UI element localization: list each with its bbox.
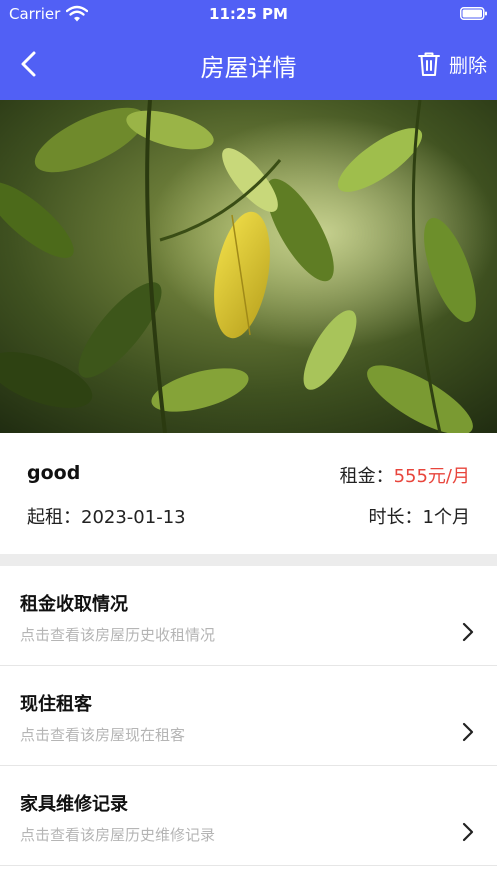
menu-item-subtitle: 点击查看该房屋历史收租情况 bbox=[20, 626, 216, 644]
battery-icon bbox=[460, 7, 487, 20]
chevron-right-icon bbox=[462, 622, 474, 642]
duration-value: 1个月 bbox=[422, 507, 470, 528]
status-time: 11:25 PM bbox=[209, 5, 288, 23]
menu-item-current-tenant[interactable]: 现住租客 点击查看该房屋现在租客 bbox=[0, 666, 497, 766]
status-bar: Carrier 11:25 PM bbox=[0, 0, 497, 28]
navigation-bar: 房屋详情 删除 bbox=[0, 28, 497, 100]
delete-button[interactable]: 删除 bbox=[417, 50, 487, 78]
duration-row: 时长：1个月 bbox=[369, 503, 470, 529]
start-date-value: 2023-01-13 bbox=[81, 507, 186, 528]
start-date-label: 起租： bbox=[27, 507, 81, 528]
delete-label: 删除 bbox=[448, 54, 487, 77]
house-name: good bbox=[27, 462, 81, 484]
start-date-row: 起租：2023-01-13 bbox=[27, 503, 186, 529]
section-divider bbox=[0, 554, 497, 566]
menu-item-subtitle: 点击查看该房屋历史维修记录 bbox=[20, 826, 216, 844]
menu-item-title: 现住租客 bbox=[20, 694, 92, 715]
chevron-right-icon bbox=[462, 822, 474, 842]
menu-item-rent-collection[interactable]: 租金收取情况 点击查看该房屋历史收租情况 bbox=[0, 566, 497, 666]
rent-row: 租金：555元/月 bbox=[340, 462, 470, 488]
menu-item-subtitle: 点击查看该房屋现在租客 bbox=[20, 726, 186, 744]
back-icon[interactable] bbox=[16, 50, 44, 78]
duration-label: 时长： bbox=[368, 507, 423, 528]
rent-value: 555元/月 bbox=[393, 466, 470, 487]
chevron-right-icon bbox=[462, 722, 474, 742]
menu-item-repair-records[interactable]: 家具维修记录 点击查看该房屋历史维修记录 bbox=[0, 766, 497, 866]
menu-item-title: 家具维修记录 bbox=[20, 794, 128, 815]
rent-label: 租金： bbox=[339, 466, 394, 487]
house-photo bbox=[0, 100, 497, 433]
trash-icon bbox=[417, 52, 440, 76]
menu-item-title: 租金收取情况 bbox=[20, 594, 128, 615]
house-info-card: good 租金：555元/月 起租：2023-01-13 时长：1个月 bbox=[0, 433, 497, 554]
